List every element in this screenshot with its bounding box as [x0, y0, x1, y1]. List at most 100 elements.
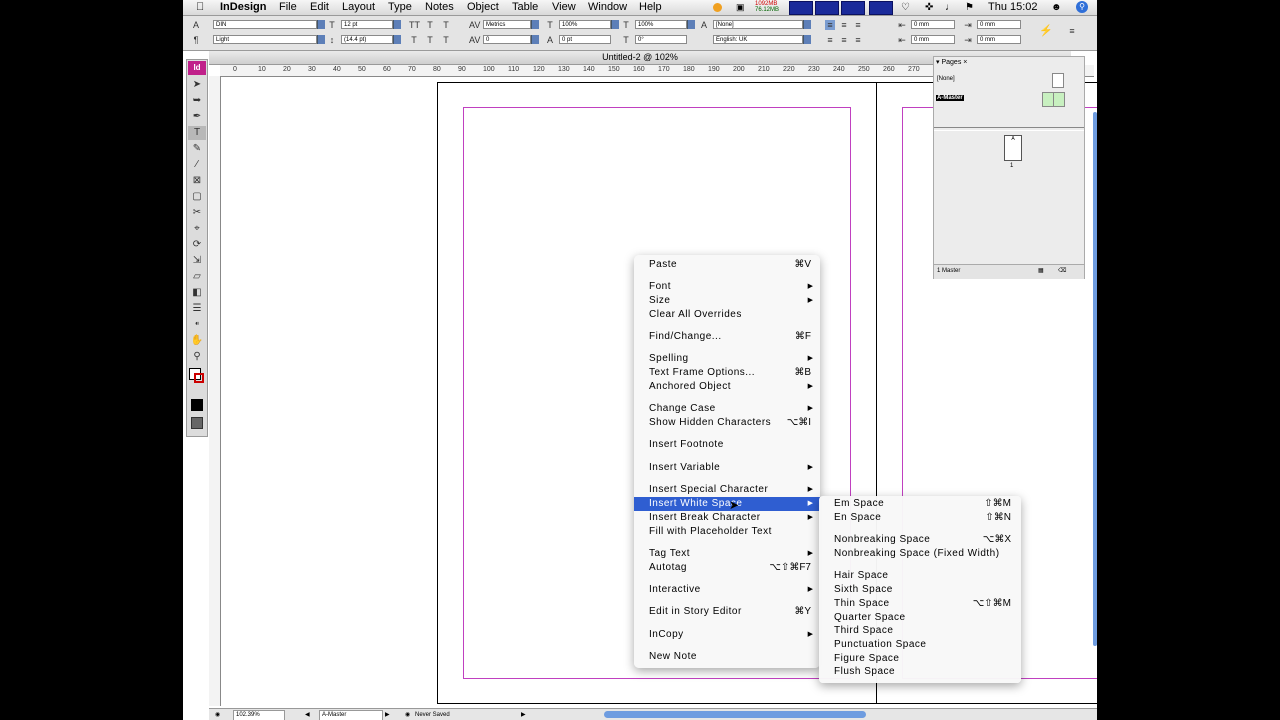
kerning-field[interactable]: Metrics — [483, 20, 531, 29]
menu-window[interactable]: Window — [588, 0, 627, 15]
free-transform-tool-icon[interactable]: ⌖ — [188, 222, 206, 236]
left-indent-field[interactable]: 0 mm — [911, 20, 955, 29]
menu-item-anchored-object[interactable]: Anchored Object ▶ — [634, 380, 820, 394]
menu-item-show-hidden-characters[interactable]: Show Hidden Characters ⌥⌘I — [634, 416, 820, 430]
skew-field[interactable]: 0° — [635, 35, 687, 44]
vertical-scrollbar[interactable] — [1093, 112, 1097, 646]
view-options-icon[interactable]: ◉ — [215, 709, 220, 720]
tracking-field[interactable]: 0 — [483, 35, 531, 44]
align-center-icon[interactable]: ≡ — [839, 20, 849, 30]
menu-item-find-change[interactable]: Find/Change... ⌘F — [634, 330, 820, 344]
rectangle-frame-tool-icon[interactable]: ⊠ — [188, 174, 206, 188]
horizontal-scrollbar[interactable] — [604, 711, 866, 718]
first-line-indent-field[interactable]: 0 mm — [911, 35, 955, 44]
zoom-field[interactable]: 102.39% — [233, 710, 285, 720]
underline-icon[interactable]: T — [441, 20, 451, 30]
pen-tool-icon[interactable]: ✒ — [188, 110, 206, 124]
menu-item-autotag[interactable]: Autotag ⌥⇧⌘F7 — [634, 561, 820, 575]
panel-menu-icon[interactable]: ≡ — [1067, 26, 1077, 36]
align-left-icon[interactable]: ≡ — [825, 20, 835, 30]
menu-item-interactive[interactable]: Interactive ▶ — [634, 583, 820, 597]
right-indent-field[interactable]: 0 mm — [977, 20, 1021, 29]
menu-item-insert-white-space[interactable]: Insert White Space ▶ — [634, 497, 820, 511]
normal-view-icon[interactable] — [191, 399, 203, 411]
menu-type[interactable]: Type — [388, 0, 412, 15]
small-caps-icon[interactable]: T — [409, 35, 419, 45]
menu-object[interactable]: Object — [467, 0, 499, 15]
character-mode-icon[interactable]: A — [191, 20, 201, 30]
justify-center-icon[interactable]: ≡ — [839, 35, 849, 45]
direct-selection-tool-icon[interactable]: ➥ — [188, 94, 206, 108]
horizontal-scale-dropdown[interactable] — [687, 20, 695, 29]
submenu-item-hair-space[interactable]: Hair Space — [819, 569, 1021, 583]
font-size-dropdown[interactable] — [393, 20, 401, 29]
preview-mode-icon[interactable] — [191, 417, 203, 429]
menu-file[interactable]: File — [279, 0, 297, 15]
menu-notes[interactable]: Notes — [425, 0, 454, 15]
none-master-thumbnail[interactable] — [1052, 73, 1064, 88]
menu-item-fill-with-placeholder-text[interactable]: Fill with Placeholder Text — [634, 525, 820, 539]
menu-item-edit-in-story-editor[interactable]: Edit in Story Editor ⌘Y — [634, 605, 820, 619]
submenu-item-nonbreaking-space[interactable]: Nonbreaking Space ⌥⌘X — [819, 533, 1021, 547]
menu-extra-4-icon[interactable] — [869, 1, 893, 15]
zoom-tool-icon[interactable]: ⚲ — [188, 350, 206, 364]
page-1-thumbnail[interactable]: A — [1004, 135, 1022, 161]
a-master-thumbnail-right[interactable] — [1053, 92, 1065, 107]
submenu-item-third-space[interactable]: Third Space — [819, 624, 1021, 638]
note-tool-icon[interactable]: ☰ — [188, 302, 206, 316]
menu-help[interactable]: Help — [639, 0, 662, 15]
user-icon[interactable]: ☻ — [1051, 0, 1062, 15]
all-caps-icon[interactable]: TT — [409, 20, 420, 30]
apple-menu-icon[interactable]:  — [196, 0, 204, 15]
leading-dropdown[interactable] — [393, 35, 401, 44]
pencil-tool-icon[interactable]: ✎ — [188, 142, 206, 156]
submenu-item-flush-space[interactable]: Flush Space — [819, 665, 1021, 679]
wifi-icon[interactable]: ♡ — [901, 0, 910, 15]
font-size-field[interactable]: 12 pt — [341, 20, 393, 29]
leading-field[interactable]: (14.4 pt) — [341, 35, 393, 44]
submenu-item-en-space[interactable]: En Space ⇧⌘N — [819, 511, 1021, 525]
menu-item-insert-variable[interactable]: Insert Variable ▶ — [634, 461, 820, 475]
vertical-scale-field[interactable]: 100% — [559, 20, 611, 29]
justify-left-icon[interactable]: ≡ — [825, 35, 835, 45]
submenu-item-sixth-space[interactable]: Sixth Space — [819, 583, 1021, 597]
menu-item-size[interactable]: Size ▶ — [634, 294, 820, 308]
spaces-icon[interactable]: ✜ — [925, 0, 933, 15]
selection-tool-icon[interactable]: ➤ — [188, 78, 206, 92]
delete-page-icon[interactable]: ⌫ — [1058, 267, 1066, 274]
menu-extra-3-icon[interactable] — [841, 1, 865, 15]
submenu-item-figure-space[interactable]: Figure Space — [819, 652, 1021, 666]
character-style-dropdown[interactable] — [803, 20, 811, 29]
none-master[interactable]: [None] — [937, 76, 955, 82]
new-page-icon[interactable]: ▦ — [1038, 267, 1044, 274]
hand-tool-icon[interactable]: ✋ — [188, 334, 206, 348]
menu-extra-1-icon[interactable] — [789, 1, 813, 15]
panel-divider[interactable] — [934, 127, 1084, 131]
paragraph-mode-icon[interactable]: ¶ — [191, 35, 201, 45]
next-page-icon[interactable]: ▶ — [385, 709, 390, 720]
superscript-icon[interactable]: T — [425, 20, 435, 30]
first-page-icon[interactable]: ◀ — [305, 709, 310, 720]
tracking-dropdown[interactable] — [531, 35, 539, 44]
horizontal-scale-field[interactable]: 100% — [635, 20, 687, 29]
menu-edit[interactable]: Edit — [310, 0, 329, 15]
font-family-field[interactable]: DIN — [213, 20, 317, 29]
font-style-field[interactable]: Light — [213, 35, 317, 44]
preflight-icon[interactable]: ◉ — [405, 709, 410, 720]
shear-tool-icon[interactable]: ▱ — [188, 270, 206, 284]
menu-item-text-frame-options[interactable]: Text Frame Options... ⌘B — [634, 366, 820, 380]
vertical-ruler[interactable] — [209, 76, 221, 706]
font-family-dropdown[interactable] — [317, 20, 325, 29]
clock[interactable]: Thu 15:02 — [988, 0, 1038, 15]
menu-layout[interactable]: Layout — [342, 0, 375, 15]
menu-item-insert-footnote[interactable]: Insert Footnote — [634, 438, 820, 452]
menu-item-clear-all-overrides[interactable]: Clear All Overrides — [634, 308, 820, 322]
submenu-item-thin-space[interactable]: Thin Space ⌥⇧⌘M — [819, 597, 1021, 611]
status-icon[interactable] — [713, 3, 722, 12]
stroke-swatch[interactable] — [194, 373, 204, 383]
gradient-tool-icon[interactable]: ◧ — [188, 286, 206, 300]
volume-icon[interactable]: ♩ — [945, 0, 955, 15]
rectangle-tool-icon[interactable]: ▢ — [188, 190, 206, 204]
character-style-field[interactable]: [None] — [713, 20, 803, 29]
submenu-item-quarter-space[interactable]: Quarter Space — [819, 611, 1021, 625]
